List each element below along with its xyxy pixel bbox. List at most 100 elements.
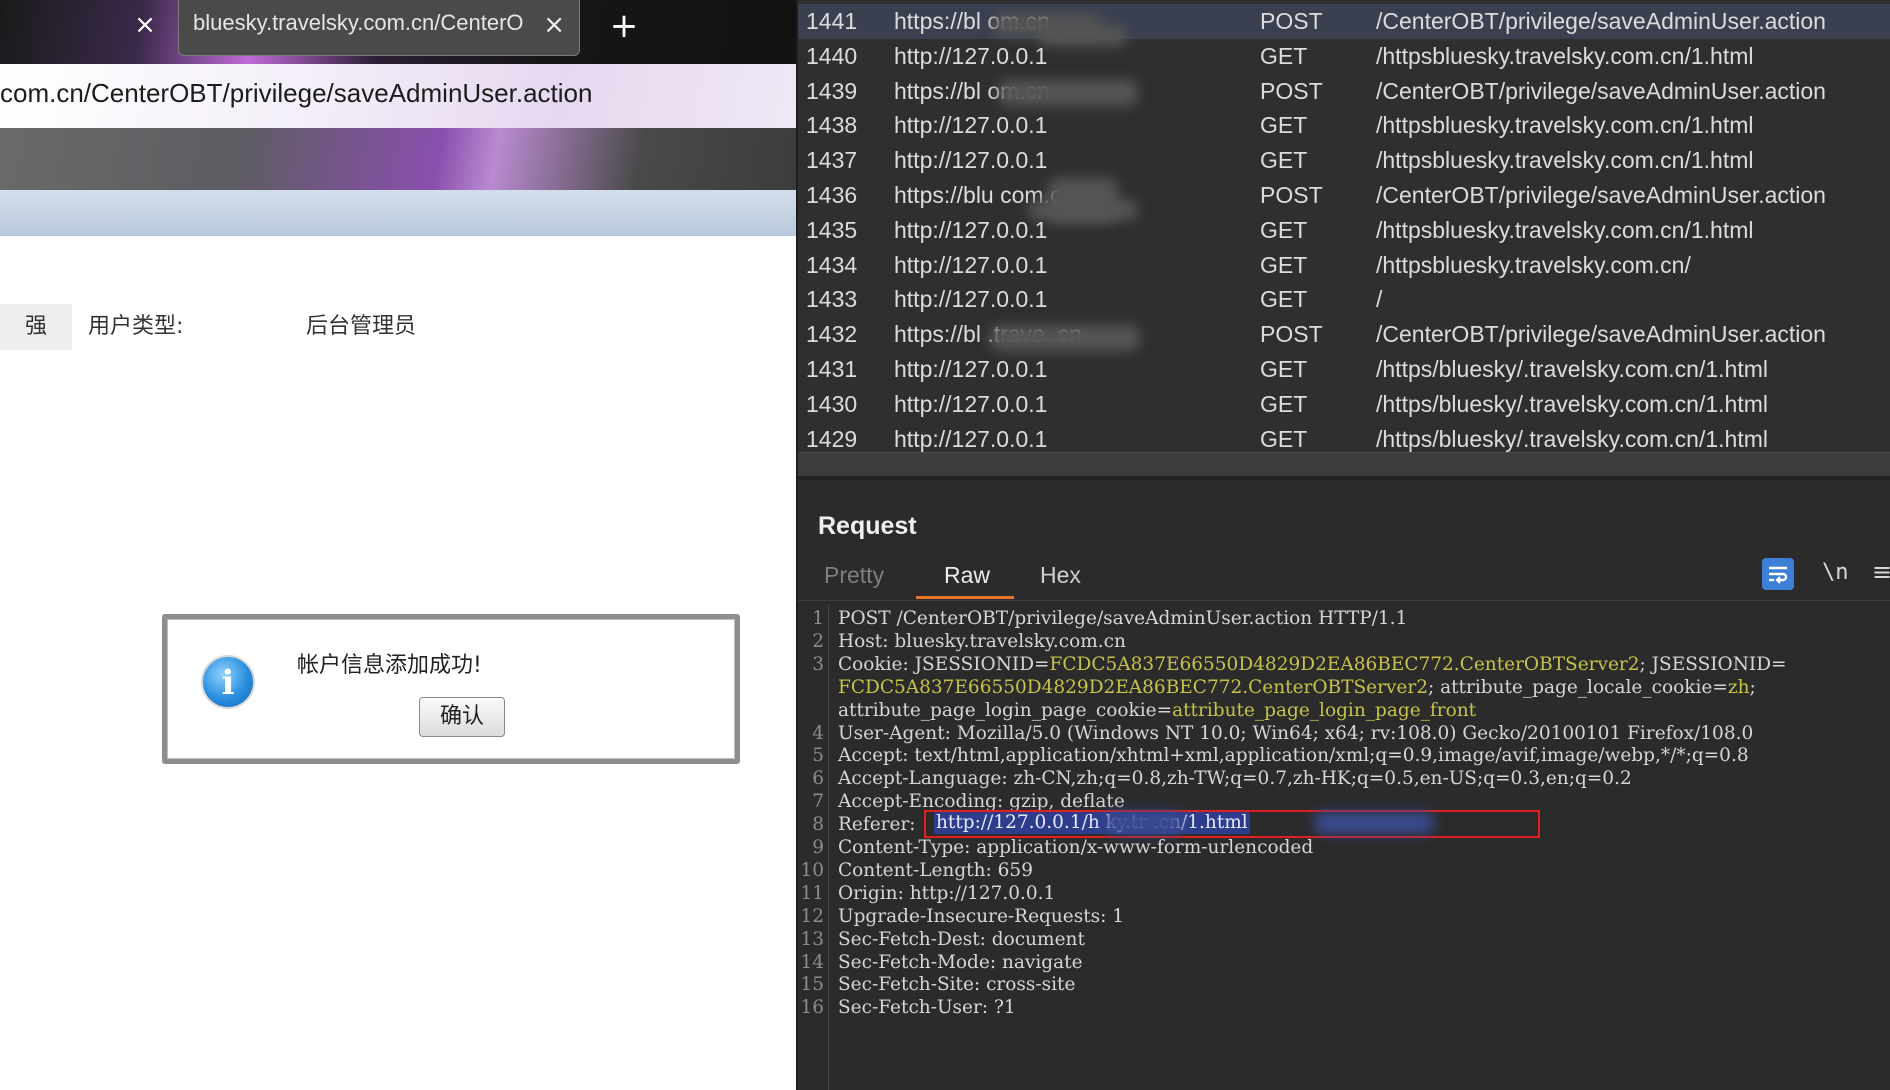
browser-window: × bluesky.travelsky.com.cn/CenterOBT/pri… [0,0,796,1090]
history-row[interactable]: 1432 https://bl .trave .cn POST/CenterOBT/… [798,317,1890,352]
tab-raw[interactable]: Raw [944,562,990,589]
raw-line-segment: Sec-Fetch-Site: [838,974,987,996]
history-method: POST [1260,321,1323,348]
history-horizontal-scrollbar[interactable] [798,452,1890,477]
raw-line-segment: Sec-Fetch-User: [838,997,994,1019]
raw-line: Accept-Encoding: gzip, deflate [838,791,1125,812]
history-host: http://127.0.0.1 [894,286,1048,313]
raw-line-segment: Content-Length: [838,859,998,881]
address-bar[interactable]: com.cn/CenterOBT/privilege/saveAdminUser… [0,64,796,128]
line-number: 14 [800,951,824,973]
raw-line-segment: JSESSIONID= [914,653,1050,675]
prev-field-label: 强 [0,304,72,350]
raw-line: Content-Length: 659 [838,860,1033,881]
history-row[interactable]: 1430 http://127.0.0.1 GET/https/bluesky/.t… [798,387,1890,422]
history-id: 1439 [806,77,858,104]
history-method: POST [1260,77,1323,104]
raw-line-segment: cross-site [986,974,1076,996]
menu-icon[interactable]: ≡ [1872,558,1890,586]
raw-line: Sec-Fetch-Site: cross-site [838,974,1075,995]
word-wrap-toggle[interactable] [1762,558,1794,590]
page-content: 强 用户类型: 后台管理员 i 帐户信息添加成功! 确认 [0,236,796,1090]
success-dialog: i 帐户信息添加成功! 确认 [162,614,740,764]
history-path: /CenterOBT/privilege/saveAdminUser.actio… [1376,77,1826,104]
history-path: /CenterOBT/privilege/saveAdminUser.actio… [1376,321,1826,348]
raw-line: Sec-Fetch-Mode: navigate [838,952,1083,973]
history-id: 1438 [806,112,858,139]
raw-line-segment: text/html,application/xhtml+xml,applicat… [914,745,1749,767]
line-number: 5 [812,745,824,767]
raw-line-segment: 659 [997,859,1033,881]
raw-line-segment: attribute_page_login_page_cookie= [838,699,1173,721]
confirm-button[interactable]: 确认 [419,697,505,737]
history-row[interactable]: 1433 http://127.0.0.1 GET / [798,282,1890,317]
active-tab-close-icon[interactable]: × [543,10,565,40]
line-number: 12 [800,905,824,927]
line-number: 13 [800,928,824,950]
address-url[interactable]: com.cn/CenterOBT/privilege/saveAdminUser… [0,78,592,109]
history-path: /https/bluesky/.travelsky.com.cn/1.html [1376,425,1768,452]
raw-line: attribute_page_login_page_cookie=attribu… [838,700,1476,721]
raw-line: Accept-Language: zh-CN,zh;q=0.8,zh-TW;q=… [838,768,1632,789]
history-path: /CenterOBT/privilege/saveAdminUser.actio… [1376,8,1826,34]
raw-request-editor[interactable]: 1 POST /CenterOBT/privilege/saveAdminUser… [798,604,1890,1090]
history-row[interactable]: 1431 http://127.0.0.1 GET/https/bluesky/.t… [798,352,1890,387]
word-wrap-icon [1769,566,1788,584]
raw-line-segment: bluesky.travelsky.com.cn [894,630,1126,652]
tab-hex[interactable]: Hex [1040,562,1081,589]
history-method: POST [1260,182,1323,208]
history-row[interactable]: 1435 http://127.0.0.1 GET/httpsbluesky.tra… [798,213,1890,248]
referer-selected-value[interactable]: http://127.0.0.1/h ky.tr .cn/1.html [934,812,1250,835]
browser-toolbar [0,128,796,191]
raw-line-segment: FCDC5A837E66550D4829D2EA86BEC772.CenterO… [838,676,1428,698]
history-row[interactable]: 1441 https://bl om.cn POST/CenterOBT/privi… [798,4,1890,46]
history-host: http://127.0.0.1 [894,147,1048,174]
history-row[interactable]: 1434 http://127.0.0.1 GET/httpsbluesky.tra… [798,248,1890,283]
history-method: GET [1260,42,1308,69]
history-row[interactable]: 1437 http://127.0.0.1 GET/httpsbluesky.tra… [798,143,1890,178]
raw-line-segment: http://127.0.0.1 [909,882,1056,904]
history-id: 1437 [806,147,858,174]
history-host: http://127.0.0.1 [894,356,1048,382]
history-path: / [1376,286,1383,313]
active-tab-title: bluesky.travelsky.com.cn/CenterOBT/privi… [193,10,523,35]
raw-line: Accept: text/html,application/xhtml+xml,… [838,745,1749,766]
tab-pretty[interactable]: Pretty [824,562,884,589]
raw-line-segment: Referer: [838,814,916,836]
history-id: 1433 [806,286,858,313]
raw-line-segment: attribute_page_login_page_front [1172,699,1477,721]
previous-tab-close-icon[interactable]: × [130,8,160,42]
line-number: 1 [812,608,824,629]
history-row[interactable]: 1438 http://127.0.0.1 GET/httpsbluesky.tra… [798,108,1890,143]
raw-line-segment: Mozilla/5.0 (Windows NT 10.0; Win64; x64… [956,722,1754,744]
line-number-gutter [828,604,829,1090]
history-path: /httpsbluesky.travelsky.com.cn/ [1376,251,1691,278]
raw-line-segment: Host: [838,630,895,652]
raw-line-segment: ?1 [993,997,1016,1019]
new-tab-plus-icon[interactable]: + [604,6,644,46]
raw-line-segment: Accept-Encoding: [838,791,1010,813]
raw-line: Content-Type: application/x-www-form-url… [838,837,1313,858]
raw-line: Referer: http://127.0.0.1/h ky.tr .cn/1.… [838,810,1540,839]
history-row[interactable]: 1440 http://127.0.0.1 GET/httpsbluesky.tra… [798,39,1890,74]
history-id: 1434 [806,251,858,278]
history-path: /httpsbluesky.travelsky.com.cn/1.html [1376,216,1754,243]
history-id: 1430 [806,390,858,417]
raw-tab-underline [916,596,1014,599]
raw-line-segment: ; JSESSIONID= [1639,653,1787,675]
line-number: 16 [800,997,824,1019]
line-number: 6 [812,768,824,790]
raw-line: Sec-Fetch-Dest: document [838,929,1085,950]
history-row[interactable]: 1436 https://blu com.cn POST/CenterOBT/pri… [798,178,1890,222]
show-newlines-toggle[interactable]: \n [1822,560,1849,585]
raw-line-segment: zh-CN,zh;q=0.8,zh-TW;q=0.7,zh-HK;q=0.5,e… [1013,768,1632,790]
raw-line: User-Agent: Mozilla/5.0 (Windows NT 10.0… [838,723,1753,744]
line-number: 4 [812,722,824,744]
history-row[interactable]: 1439 https://bl om.cn POST/CenterOBT/privi… [798,74,1890,109]
raw-line-segment: document [991,928,1085,950]
pane-divider[interactable] [798,476,1890,480]
active-tab[interactable]: bluesky.travelsky.com.cn/CenterOBT/privi… [178,0,580,56]
history-method: GET [1260,147,1308,174]
raw-line: FCDC5A837E66550D4829D2EA86BEC772.CenterO… [838,677,1756,698]
history-id: 1431 [806,356,858,382]
